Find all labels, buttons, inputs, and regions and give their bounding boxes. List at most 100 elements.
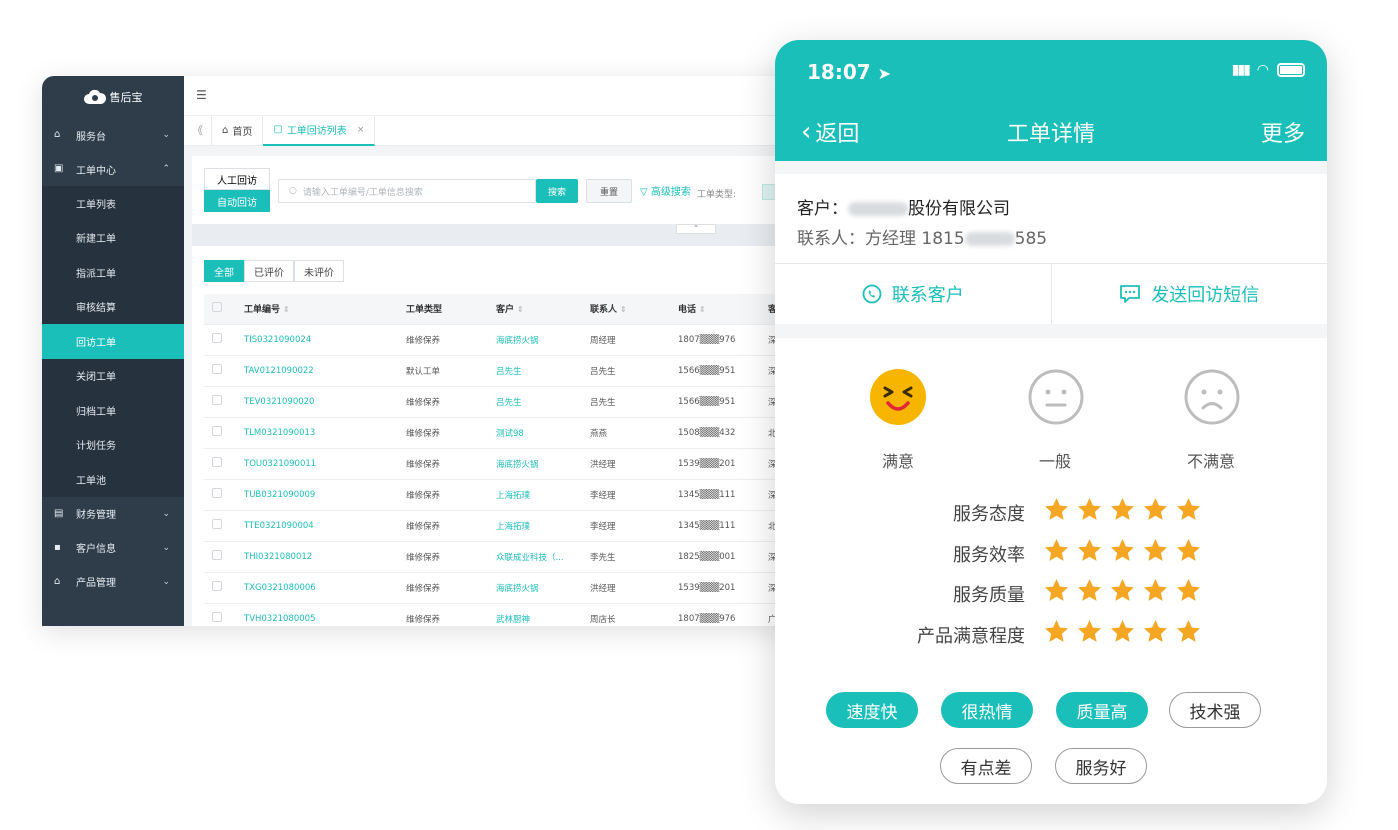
- row-checkbox[interactable]: [212, 395, 222, 405]
- star-icon[interactable]: [1175, 577, 1202, 604]
- star-icon[interactable]: [1076, 537, 1103, 564]
- unsatisfied-face-option[interactable]: [1181, 368, 1243, 430]
- tabs-back-icon[interactable]: 《: [184, 115, 212, 146]
- row-checkbox[interactable]: [212, 581, 222, 591]
- row-checkbox[interactable]: [212, 333, 222, 343]
- table-row[interactable]: THI0321080012 维修保养 众联成业科技（... 李先生 1825▒▒▒001…: [204, 540, 802, 572]
- filter-tab-0[interactable]: 全部: [204, 260, 244, 282]
- table-row[interactable]: TIS0321090024 维修保养 海底捞火锅 周经理 1807▒▒▒976 深: [204, 323, 802, 355]
- order-no-cell[interactable]: THI0321080012: [236, 540, 398, 572]
- star-icon[interactable]: [1109, 496, 1136, 523]
- star-icon[interactable]: [1043, 496, 1070, 523]
- sidebar-group-11[interactable]: ▤ 财务管理 ⌄: [42, 497, 184, 531]
- col-contact[interactable]: 联系人 ⇕: [582, 294, 670, 324]
- contact-customer-button[interactable]: 联系客户: [775, 264, 1051, 324]
- row-checkbox[interactable]: [212, 612, 222, 623]
- order-no-cell[interactable]: TEV0321090020: [236, 385, 398, 417]
- tag-chip[interactable]: 服务好: [1055, 748, 1147, 784]
- filter-tab-2[interactable]: 未评价: [294, 260, 344, 282]
- star-icon[interactable]: [1043, 618, 1070, 645]
- satisfied-face-option[interactable]: [867, 368, 929, 430]
- order-no-cell[interactable]: TLM0321090013: [236, 416, 398, 448]
- star-icon[interactable]: [1142, 537, 1169, 564]
- sidebar-group-1[interactable]: ▣ 工单中心 ⌃: [42, 152, 184, 186]
- reset-button[interactable]: 重置: [586, 179, 632, 203]
- star-rating[interactable]: [1043, 618, 1202, 645]
- search-input[interactable]: ○ 请输入工单编号/工单信息搜索: [278, 179, 536, 203]
- advanced-search-link[interactable]: ▽ 高级搜索: [640, 183, 691, 198]
- star-icon[interactable]: [1076, 618, 1103, 645]
- tag-chip[interactable]: 速度快: [826, 692, 918, 728]
- sidebar-group-12[interactable]: ▪ 客户信息 ⌄: [42, 531, 184, 565]
- star-rating[interactable]: [1043, 537, 1202, 564]
- row-checkbox[interactable]: [212, 457, 222, 467]
- menu-toggle-icon[interactable]: ☰: [196, 88, 207, 102]
- customer-cell[interactable]: 众联成业科技（...: [488, 540, 582, 572]
- order-no-cell[interactable]: TIS0321090024: [236, 323, 398, 355]
- order-no-cell[interactable]: TOU0321090011: [236, 447, 398, 479]
- neutral-face-option[interactable]: [1025, 368, 1087, 430]
- table-row[interactable]: TAV0121090022 默认工单 吕先生 吕先生 1566▒▒▒951 深: [204, 354, 802, 386]
- star-icon[interactable]: [1175, 496, 1202, 523]
- star-icon[interactable]: [1043, 537, 1070, 564]
- order-no-cell[interactable]: TXG0321080006: [236, 571, 398, 603]
- order-no-cell[interactable]: TUB0321090009: [236, 478, 398, 510]
- row-checkbox[interactable]: [212, 550, 222, 560]
- star-icon[interactable]: [1076, 496, 1103, 523]
- tag-chip[interactable]: 有点差: [940, 748, 1032, 784]
- col-phone[interactable]: 电话 ⇕: [670, 294, 760, 324]
- table-row[interactable]: TXG0321080006 维修保养 海底捞火锅 洪经理 1539▒▒▒201 深: [204, 571, 802, 603]
- col-customer[interactable]: 客户 ⇕: [488, 294, 582, 324]
- select-all-checkbox[interactable]: [212, 302, 222, 313]
- col-order-no[interactable]: 工单编号 ⇕: [236, 294, 398, 324]
- row-checkbox[interactable]: [212, 426, 222, 436]
- star-icon[interactable]: [1142, 496, 1169, 523]
- sidebar-group-0[interactable]: ⌂ 服务台 ⌄: [42, 118, 184, 152]
- tab-home[interactable]: ⌂ 首页: [212, 115, 264, 146]
- row-checkbox[interactable]: [212, 488, 222, 498]
- table-row[interactable]: TVH0321080005 维修保养 武林厨神 周店长 1807▒▒▒976 广: [204, 602, 802, 626]
- sidebar-item-4[interactable]: 指派工单: [42, 255, 184, 290]
- customer-cell[interactable]: 测试98: [488, 416, 582, 448]
- star-icon[interactable]: [1142, 577, 1169, 604]
- customer-cell[interactable]: 上海拓璞: [488, 478, 582, 510]
- sidebar-item-8[interactable]: 归档工单: [42, 393, 184, 428]
- star-rating[interactable]: [1043, 577, 1202, 604]
- star-icon[interactable]: [1175, 537, 1202, 564]
- customer-cell[interactable]: 武林厨神: [488, 602, 582, 626]
- customer-cell[interactable]: 海底捞火锅: [488, 447, 582, 479]
- customer-cell[interactable]: 海底捞火锅: [488, 571, 582, 603]
- table-row[interactable]: TLM0321090013 维修保养 测试98 燕燕 1508▒▒▒432 北: [204, 416, 802, 448]
- customer-cell[interactable]: 吕先生: [488, 385, 582, 417]
- table-row[interactable]: TUB0321090009 维修保养 上海拓璞 李经理 1345▒▒▒111 深: [204, 478, 802, 510]
- order-no-cell[interactable]: TAV0121090022: [236, 354, 398, 386]
- star-icon[interactable]: [1109, 618, 1136, 645]
- collapse-button[interactable]: ⌃: [676, 224, 716, 234]
- sidebar-item-5[interactable]: 审核结算: [42, 289, 184, 324]
- more-button[interactable]: 更多: [1261, 116, 1305, 148]
- close-tab-icon[interactable]: ×: [357, 125, 365, 135]
- tag-chip[interactable]: 质量高: [1056, 692, 1148, 728]
- tab-visit-list[interactable]: ▢ 工单回访列表 ×: [263, 115, 376, 146]
- sidebar-item-3[interactable]: 新建工单: [42, 220, 184, 255]
- star-icon[interactable]: [1109, 537, 1136, 564]
- star-icon[interactable]: [1142, 618, 1169, 645]
- back-button[interactable]: ‹ 返回: [801, 116, 859, 148]
- row-checkbox[interactable]: [212, 519, 222, 529]
- row-checkbox[interactable]: [212, 364, 222, 374]
- star-icon[interactable]: [1175, 618, 1202, 645]
- sidebar-item-10[interactable]: 工单池: [42, 462, 184, 497]
- order-no-cell[interactable]: TVH0321080005: [236, 602, 398, 626]
- filter-tab-1[interactable]: 已评价: [244, 260, 294, 282]
- sidebar-item-2[interactable]: 工单列表: [42, 186, 184, 221]
- star-icon[interactable]: [1109, 577, 1136, 604]
- table-row[interactable]: TOU0321090011 维修保养 海底捞火锅 洪经理 1539▒▒▒201 深: [204, 447, 802, 479]
- send-sms-button[interactable]: 发送回访短信: [1050, 264, 1328, 324]
- star-icon[interactable]: [1076, 577, 1103, 604]
- manual-visit-button[interactable]: 人工回访: [204, 168, 270, 190]
- customer-cell[interactable]: 上海拓璞: [488, 509, 582, 541]
- sidebar-item-6[interactable]: 回访工单: [42, 324, 184, 359]
- table-row[interactable]: TTE0321090004 维修保养 上海拓璞 李经理 1345▒▒▒111 北: [204, 509, 802, 541]
- order-no-cell[interactable]: TTE0321090004: [236, 509, 398, 541]
- sidebar-item-7[interactable]: 关闭工单: [42, 358, 184, 393]
